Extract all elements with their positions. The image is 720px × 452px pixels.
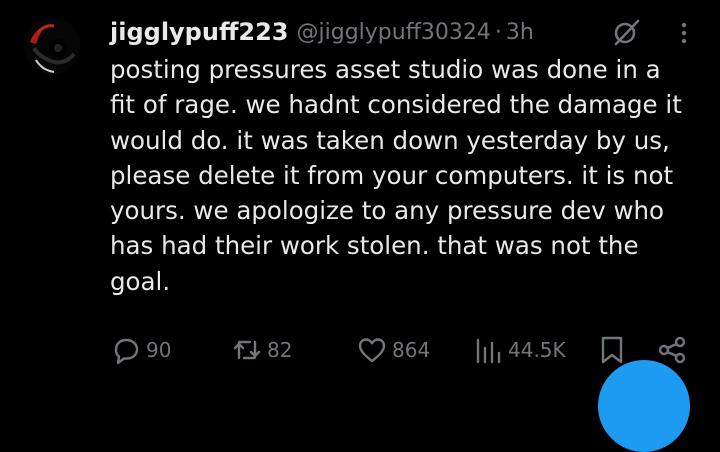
reply-icon [114,338,139,365]
bookmark-icon [601,336,623,364]
repost-count: 82 [267,338,293,362]
share-icon [658,336,686,364]
like-button[interactable]: 864 [356,332,430,368]
views-icon [476,338,501,364]
view-count: 44.5K [508,338,566,362]
tweet-text: posting pressures asset studio was done … [110,55,682,296]
user-handle[interactable]: @jigglypuff30324 [297,20,491,45]
reply-count: 90 [146,338,172,362]
like-count: 864 [392,338,431,362]
repost-icon [233,340,261,360]
display-name[interactable]: jigglypuff223 [110,18,289,46]
compose-fab[interactable] [598,360,690,452]
avatar-image [24,18,80,74]
tweet-actions: 90 82 864 44.5K [0,332,720,368]
timestamp[interactable]: 3h [506,20,534,45]
tweet-header: jigglypuff223 @jigglypuff30324 · 3h [110,14,534,50]
grok-icon[interactable] [612,18,640,46]
reply-button[interactable]: 90 [110,332,171,368]
tweet[interactable]: jigglypuff223 @jigglypuff30324 · 3h post… [0,0,720,452]
separator-dot: · [494,19,502,45]
more-icon[interactable] [672,18,696,48]
bookmark-button[interactable] [598,332,626,368]
repost-button[interactable]: 82 [231,332,292,368]
views-button[interactable]: 44.5K [472,332,566,368]
heart-icon [358,338,386,363]
avatar[interactable] [24,18,80,74]
